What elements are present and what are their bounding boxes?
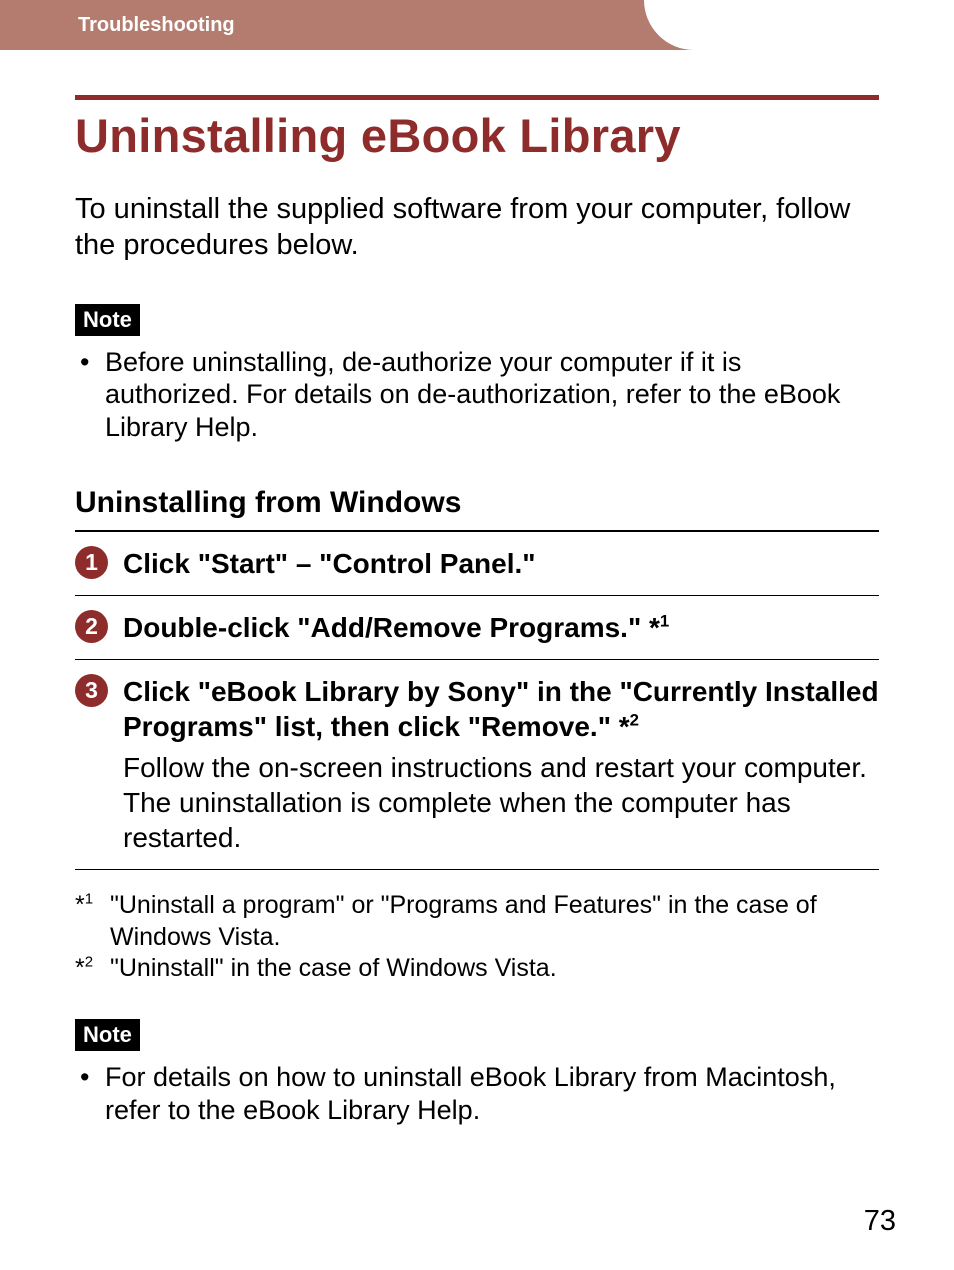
step: 2 Double-click "Add/Remove Programs." *1 <box>75 610 879 660</box>
footnote-ref: 2 <box>630 711 639 730</box>
note-label: Note <box>75 1019 140 1051</box>
header-curve <box>644 0 954 50</box>
step-number-badge: 2 <box>75 610 108 643</box>
note-item: Before uninstalling, de-authorize your c… <box>75 346 879 445</box>
step-number-badge: 1 <box>75 546 108 579</box>
header-bar: Troubleshooting <box>0 0 954 50</box>
steps: 1 Click "Start" – "Control Panel." 2 Double… <box>75 546 879 870</box>
step-heading: Click "Start" – "Control Panel." <box>123 546 879 581</box>
footnote: *2"Uninstall" in the case of Windows Vis… <box>75 953 879 984</box>
step: 3 Click "eBook Library by Sony" in the "C… <box>75 674 879 870</box>
intro-text: To uninstall the supplied software from … <box>75 191 879 264</box>
step-heading: Double-click "Add/Remove Programs." *1 <box>123 610 879 645</box>
page-title: Uninstalling eBook Library <box>75 108 879 163</box>
step-heading: Click "eBook Library by Sony" in the "Cu… <box>123 674 879 744</box>
content: Uninstalling eBook Library To uninstall … <box>0 50 954 1127</box>
footnote: *1"Uninstall a program" or "Programs and… <box>75 890 879 953</box>
footnote-ref: 1 <box>660 612 669 631</box>
note-list-2: For details on how to uninstall eBook Li… <box>75 1061 879 1127</box>
note-item: For details on how to uninstall eBook Li… <box>75 1061 879 1127</box>
title-rule <box>75 95 879 100</box>
footnote-marker: *2 <box>75 953 110 984</box>
footnote-text: "Uninstall a program" or "Programs and F… <box>110 890 879 953</box>
step-body: Follow the on-screen instructions and re… <box>123 750 879 855</box>
footnote-text: "Uninstall" in the case of Windows Vista… <box>110 953 557 984</box>
step-number-badge: 3 <box>75 674 108 707</box>
subheading: Uninstalling from Windows <box>75 486 879 520</box>
note-label: Note <box>75 304 140 336</box>
page-number: 73 <box>864 1205 896 1238</box>
step: 1 Click "Start" – "Control Panel." <box>75 546 879 596</box>
steps-top-rule <box>75 530 879 532</box>
footnotes: *1"Uninstall a program" or "Programs and… <box>75 890 879 984</box>
page: Troubleshooting Uninstalling eBook Libra… <box>0 0 954 1270</box>
footnote-marker: *1 <box>75 890 110 953</box>
breadcrumb: Troubleshooting <box>78 14 235 36</box>
note-list-1: Before uninstalling, de-authorize your c… <box>75 346 879 445</box>
